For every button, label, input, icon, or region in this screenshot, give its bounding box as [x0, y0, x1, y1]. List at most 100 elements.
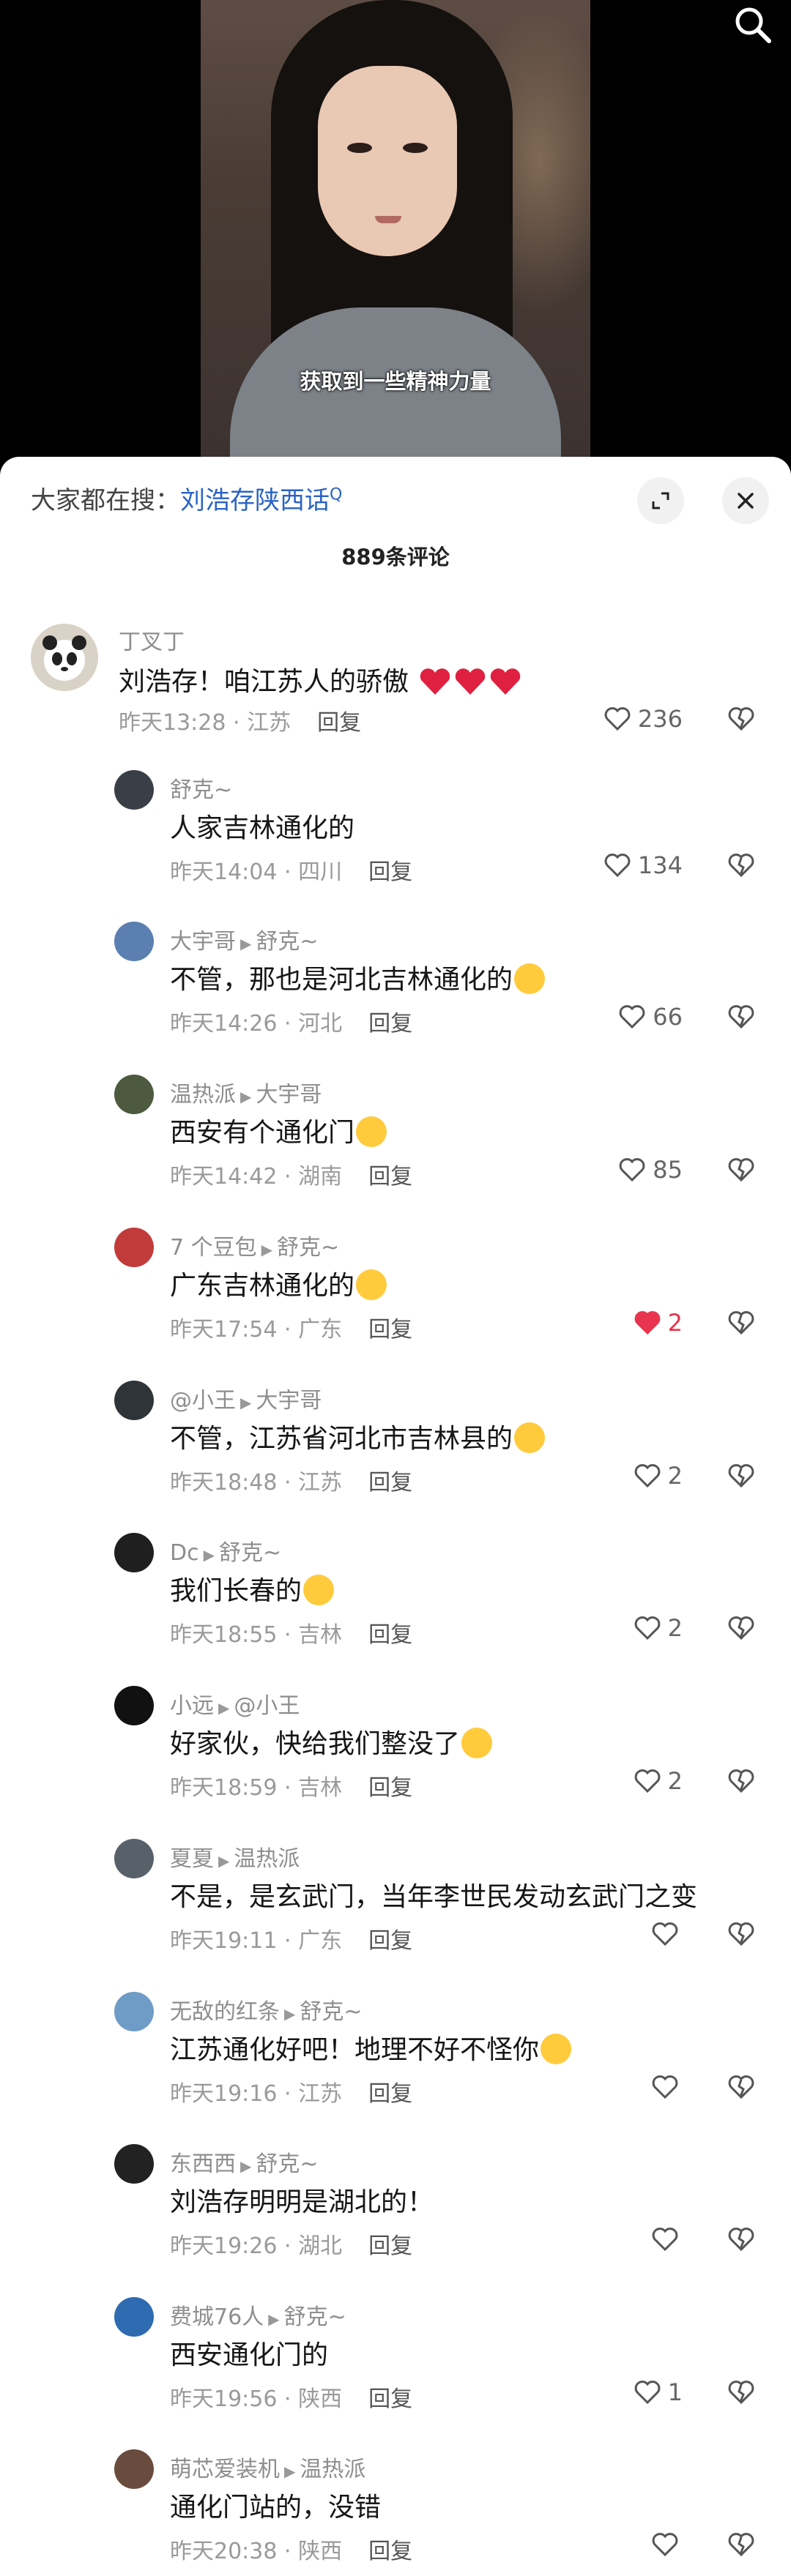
like-button[interactable] — [650, 1919, 680, 1949]
reply-button[interactable]: 回复 — [368, 1164, 412, 1190]
avatar[interactable] — [114, 1228, 154, 1267]
expand-button[interactable] — [637, 477, 684, 524]
search-suggestion[interactable]: 大家都在搜：刘浩存陕西话Q — [31, 480, 342, 516]
suggestion-link[interactable]: 刘浩存陕西话 — [180, 486, 330, 515]
like-button[interactable] — [650, 2530, 680, 2559]
reply-button[interactable]: 回复 — [368, 1470, 412, 1496]
comment-author[interactable]: 费城76人 ▶ 舒克~ — [170, 2299, 346, 2331]
reply-to-name[interactable]: @小王 — [234, 1693, 300, 1719]
reply-button[interactable]: 回复 — [368, 859, 412, 885]
heart-outline-icon — [652, 2075, 678, 2099]
face-emoji — [356, 1269, 387, 1300]
reply-button[interactable]: 回复 — [368, 1011, 412, 1037]
reply-arrow-icon: ▶ — [240, 935, 252, 952]
reply-to-name[interactable]: 大宇哥 — [256, 1388, 322, 1414]
reply-arrow-icon: ▶ — [240, 1394, 252, 1411]
close-button[interactable] — [722, 477, 769, 524]
broken-heart-icon[interactable] — [727, 851, 756, 880]
broken-heart-icon[interactable] — [727, 1002, 756, 1031]
reply-to-name[interactable]: 温热派 — [234, 1846, 300, 1872]
comment-author[interactable]: Dc ▶ 舒克~ — [170, 1534, 281, 1567]
avatar[interactable] — [114, 1686, 154, 1725]
avatar[interactable] — [114, 922, 154, 961]
avatar[interactable] — [31, 624, 98, 691]
broken-heart-icon[interactable] — [727, 1308, 756, 1337]
like-button[interactable]: 85 — [617, 1155, 683, 1184]
reply-comment-item: 小远 ▶ @小王 好家伙，快给我们整没了 昨天18:59 · 吉林 回复 2 — [0, 1679, 791, 1825]
reply-comment-item: 费城76人 ▶ 舒克~ 西安通化门的 昨天19:56 · 陕西 回复 1 — [0, 2290, 791, 2436]
like-button[interactable] — [650, 2072, 680, 2102]
broken-heart-icon[interactable] — [727, 2530, 756, 2559]
comment-author[interactable]: 丁叉丁 — [119, 624, 185, 656]
avatar[interactable] — [114, 1381, 154, 1420]
reply-button[interactable]: 回复 — [368, 1775, 412, 1801]
avatar[interactable] — [114, 770, 154, 810]
reply-to-name[interactable]: 舒克~ — [277, 1235, 339, 1261]
expand-icon — [652, 492, 669, 509]
close-icon — [738, 493, 754, 509]
avatar[interactable] — [114, 2297, 154, 2337]
comment-author[interactable]: 夏夏 ▶ 温热派 — [170, 1840, 300, 1873]
video-player[interactable]: 获取到一些精神力量 — [0, 0, 791, 468]
comment-author[interactable]: 舒克~ — [170, 772, 232, 804]
avatar[interactable] — [114, 1075, 154, 1114]
like-button[interactable]: 2 — [633, 1613, 683, 1643]
comment-author[interactable]: 无敌的红条 ▶ 舒克~ — [170, 1993, 363, 2026]
search-icon[interactable] — [731, 3, 775, 47]
reply-button[interactable]: 回复 — [368, 1317, 412, 1343]
reply-comment-item: 萌芯爱装机 ▶ 温热派 通化门站的，没错 昨天20:38 · 陕西 回复 — [0, 2442, 791, 2576]
reply-to-name[interactable]: 舒克~ — [256, 2151, 318, 2177]
comment-author[interactable]: 萌芯爱装机 ▶ 温热派 — [170, 2451, 365, 2483]
reply-to-name[interactable]: 舒克~ — [300, 1999, 362, 2025]
avatar[interactable] — [114, 1992, 154, 2031]
reply-arrow-icon: ▶ — [240, 1088, 252, 1105]
reply-to-name[interactable]: 温热派 — [300, 2457, 365, 2482]
reply-button[interactable]: 回复 — [368, 1622, 412, 1648]
like-button[interactable] — [650, 2225, 680, 2254]
like-button[interactable]: 1 — [633, 2378, 683, 2407]
comment-text-content: 不管，那也是河北吉林通化的 — [170, 965, 513, 995]
author-name: 舒克~ — [170, 777, 233, 803]
comment-author[interactable]: 7 个豆包 ▶ 舒克~ — [170, 1229, 339, 1261]
broken-heart-icon[interactable] — [727, 1613, 756, 1643]
comment-author[interactable]: 大宇哥 ▶ 舒克~ — [170, 923, 319, 955]
comment-location: 陕西 — [298, 2386, 343, 2412]
reply-button[interactable]: 回复 — [368, 1928, 412, 1954]
like-button[interactable]: 2 — [633, 1461, 683, 1490]
reply-to-name[interactable]: 舒克~ — [256, 929, 318, 955]
like-button[interactable]: 134 — [603, 851, 683, 880]
reply-to-name[interactable]: 舒克~ — [284, 2304, 346, 2330]
broken-heart-icon[interactable] — [727, 1155, 756, 1184]
broken-heart-icon[interactable] — [727, 1919, 756, 1949]
reply-button[interactable]: 回复 — [317, 710, 361, 736]
comment-location: 江苏 — [247, 710, 291, 736]
comment-author[interactable]: 小远 ▶ @小王 — [170, 1687, 300, 1720]
like-button[interactable]: 66 — [617, 1002, 683, 1031]
person-face — [318, 66, 457, 256]
comment-author[interactable]: @小王 ▶ 大宇哥 — [170, 1382, 322, 1414]
reply-button[interactable]: 回复 — [368, 2539, 412, 2564]
avatar[interactable] — [114, 2144, 154, 2184]
broken-heart-icon[interactable] — [727, 1461, 756, 1490]
like-count: 134 — [637, 851, 683, 879]
broken-heart-icon[interactable] — [727, 2072, 756, 2102]
avatar[interactable] — [114, 1533, 154, 1572]
broken-heart-icon[interactable] — [727, 704, 756, 733]
broken-heart-icon[interactable] — [727, 1766, 756, 1796]
like-button[interactable]: 236 — [603, 704, 683, 733]
like-button[interactable]: 2 — [633, 1308, 683, 1337]
reply-button[interactable]: 回复 — [368, 2386, 412, 2412]
comment-sheet: 大家都在搜：刘浩存陕西话Q 889条评论 丁叉丁 刘浩存！咱江苏人的骄傲 昨天1… — [0, 457, 791, 2576]
reply-button[interactable]: 回复 — [368, 2233, 412, 2259]
broken-heart-icon[interactable] — [727, 2378, 756, 2407]
reply-to-name[interactable]: 舒克~ — [219, 1540, 281, 1566]
avatar[interactable] — [114, 2449, 154, 2489]
comment-author[interactable]: 温热派 ▶ 大宇哥 — [170, 1076, 322, 1108]
avatar[interactable] — [114, 1839, 154, 1878]
reply-button[interactable]: 回复 — [368, 2081, 412, 2107]
comment-author[interactable]: 东西西 ▶ 舒克~ — [170, 2146, 319, 2178]
broken-heart-icon[interactable] — [727, 2225, 756, 2254]
reply-to-name[interactable]: 大宇哥 — [256, 1082, 322, 1108]
comment-time: 昨天19:16 — [170, 2081, 278, 2107]
like-button[interactable]: 2 — [633, 1766, 683, 1796]
